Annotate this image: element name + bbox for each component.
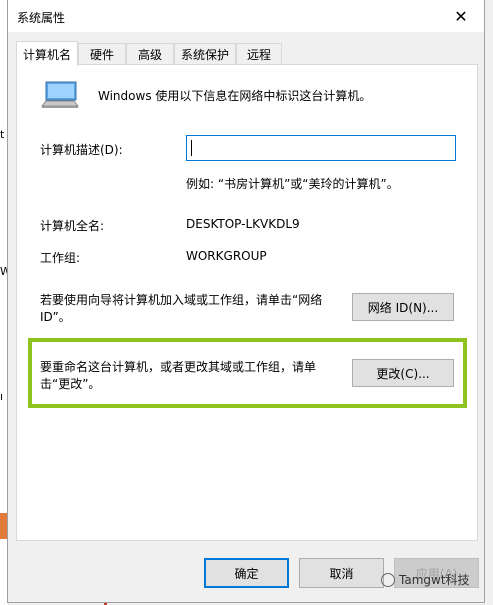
computer-icon: [40, 81, 80, 108]
tab-computer-name[interactable]: 计算机名: [16, 41, 78, 66]
network-id-text: 若要使用向导将计算机加入域或工作组，请单击“网络 ID”。: [40, 293, 323, 324]
intro-text: Windows 使用以下信息在网络中标识这台计算机。: [98, 89, 372, 103]
rename-text: 要重命名这台计算机，或者更改其域或工作组，请单击“更改”。: [40, 360, 317, 391]
description-example: 例如: “书房计算机”或“美玲的计算机”。: [186, 177, 399, 191]
computer-name-panel: Windows 使用以下信息在网络中标识这台计算机。 计算机描述(D): 例如:…: [16, 64, 478, 541]
close-button[interactable]: ✕: [438, 0, 484, 32]
cancel-button[interactable]: 取消: [299, 558, 384, 588]
full-name-label: 计算机全名:: [40, 219, 105, 233]
system-properties-dialog: 系统属性 ✕ 计算机名 硬件 高级 系统保护 远程 Windows 使用以下信息…: [7, 0, 485, 603]
watermark: Tamgwt科技: [381, 571, 470, 588]
change-button[interactable]: 更改(C)...: [352, 359, 454, 387]
background-fragment: ı: [0, 390, 4, 403]
description-input[interactable]: [186, 135, 456, 161]
full-name-value: DESKTOP-LKVKDL9: [186, 217, 300, 231]
close-icon: ✕: [454, 6, 468, 26]
tab-advanced[interactable]: 高级: [126, 43, 174, 65]
tab-system-protection[interactable]: 系统保护: [174, 43, 236, 65]
network-id-button[interactable]: 网络 ID(N)...: [352, 293, 454, 321]
workgroup-label: 工作组:: [40, 251, 81, 265]
text-caret: [191, 140, 192, 156]
tab-remote[interactable]: 远程: [236, 43, 282, 65]
ok-button[interactable]: 确定: [204, 558, 289, 588]
watermark-text: Tamgwt科技: [399, 573, 470, 587]
window-title: 系统属性: [17, 11, 66, 25]
title-bar: 系统属性 ✕: [8, 0, 484, 32]
tab-hardware[interactable]: 硬件: [78, 43, 126, 65]
background-fragment: t: [0, 128, 5, 141]
description-label: 计算机描述(D):: [40, 143, 123, 157]
workgroup-value: WORKGROUP: [186, 249, 267, 263]
background-orange-block: [0, 513, 7, 539]
wechat-icon: [381, 572, 395, 587]
